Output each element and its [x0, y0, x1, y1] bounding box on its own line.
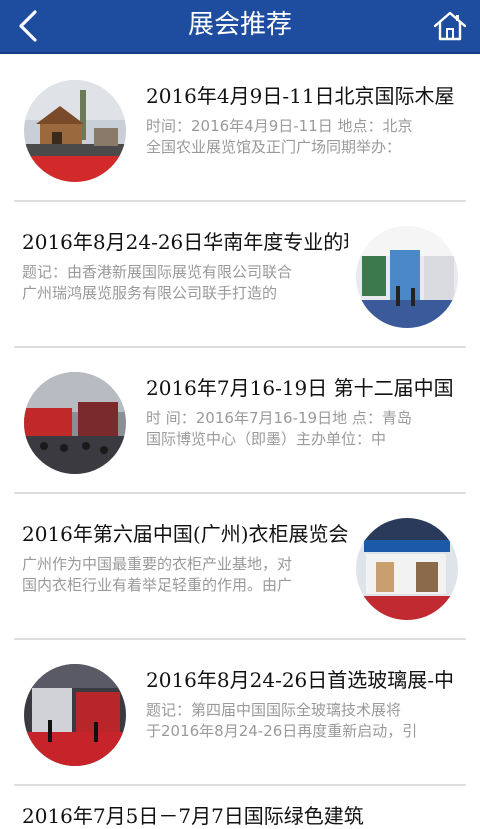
- item-title: 2016年4月9日-11日北京国际木屋: [146, 84, 455, 108]
- item-thumbnail: [24, 80, 126, 182]
- item-description: 时间：2016年4月9日-11日 地点：北京 全国农业展览馆及正门广场同期举办：: [146, 116, 462, 158]
- item-desc-line: 国内衣柜行业有着举足轻重的作用。由广: [22, 576, 293, 594]
- item-desc-line: 广州作为中国最重要的衣柜产业基地，对: [22, 555, 293, 573]
- item-desc-line: 时间：2016年4月9日-11日 地点：北京: [146, 117, 413, 135]
- item-title: 2016年7月5日－7月7日国际绿色建筑: [22, 804, 364, 828]
- expo-list: 2016年4月9日-11日北京国际木屋 时间：2016年4月9日-11日 地点：…: [0, 56, 480, 828]
- item-description: 题记：第四届中国国际全玻璃技术展将 于2016年8月24-26日再度重新启动，引: [146, 700, 462, 742]
- item-description: 题记：由香港新展国际展览有限公司联合 广州瑞鸿展览服务有限公司联手打造的: [22, 262, 348, 304]
- list-item[interactable]: 2016年8月24-26日华南年度专业的玻 题记：由香港新展国际展览有限公司联合…: [14, 202, 466, 348]
- item-thumbnail: [356, 518, 458, 620]
- item-desc-line: 于2016年8月24-26日再度重新启动，引: [146, 722, 418, 740]
- item-desc-line: 题记：由香港新展国际展览有限公司联合: [22, 263, 293, 281]
- item-thumbnail: [356, 226, 458, 328]
- item-thumbnail: [24, 372, 126, 474]
- item-desc-line: 时 间：2016年7月16-19日地 点：青岛: [146, 409, 412, 427]
- home-button[interactable]: [428, 6, 472, 46]
- item-title: 2016年7月16-19日 第十二届中国: [146, 376, 454, 400]
- list-item[interactable]: 2016年4月9日-11日北京国际木屋 时间：2016年4月9日-11日 地点：…: [14, 56, 466, 202]
- list-item[interactable]: 2016年7月16-19日 第十二届中国 时 间：2016年7月16-19日地 …: [14, 348, 466, 494]
- list-item[interactable]: 2016年8月24-26日首选玻璃展-中 题记：第四届中国国际全玻璃技术展将 于…: [14, 640, 466, 786]
- list-item[interactable]: 2016年第六届中国(广州)衣柜展览会 广州作为中国最重要的衣柜产业基地，对 国…: [14, 494, 466, 640]
- home-icon: [433, 11, 467, 41]
- item-desc-line: 题记：第四届中国国际全玻璃技术展将: [146, 701, 402, 719]
- page-title: 展会推荐: [187, 10, 292, 40]
- item-desc-line: 国际博览中心（即墨）主办单位：中: [146, 430, 387, 448]
- item-description: 广州作为中国最重要的衣柜产业基地，对 国内衣柜行业有着举足轻重的作用。由广: [22, 554, 348, 596]
- item-title: 2016年第六届中国(广州)衣柜展览会: [22, 522, 348, 546]
- item-desc-line: 全国农业展览馆及正门广场同期举办：: [146, 138, 402, 156]
- item-description: 时 间：2016年7月16-19日地 点：青岛 国际博览中心（即墨）主办单位：中: [146, 408, 462, 450]
- app-header: 展会推荐: [0, 0, 480, 54]
- item-title: 2016年8月24-26日华南年度专业的玻: [22, 230, 348, 254]
- list-item[interactable]: 2016年7月5日－7月7日国际绿色建筑: [14, 786, 466, 828]
- item-title: 2016年8月24-26日首选玻璃展-中: [146, 668, 455, 692]
- item-thumbnail: [24, 664, 126, 766]
- item-desc-line: 广州瑞鸿展览服务有限公司联手打造的: [22, 284, 278, 302]
